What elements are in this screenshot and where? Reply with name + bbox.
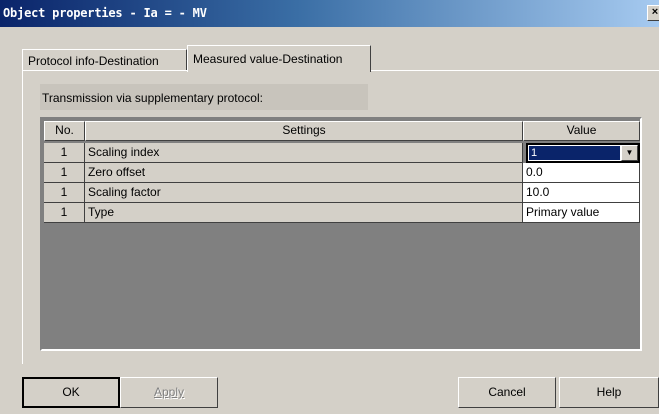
window-title: Object properties - Ia = - MV — [3, 6, 207, 20]
tab-protocol-info-destination[interactable]: Protocol info-Destination — [22, 49, 187, 71]
zero-offset-field[interactable]: 0.0 — [523, 163, 640, 183]
column-header-no[interactable]: No. — [44, 121, 85, 141]
ok-button[interactable]: OK — [22, 377, 120, 408]
cancel-button[interactable]: Cancel — [458, 377, 556, 408]
object-properties-dialog: Object properties - Ia = - MV × Protocol… — [0, 0, 659, 414]
scaling-index-select[interactable]: 1 ▼ — [526, 143, 640, 163]
tab-measured-value-destination[interactable]: Measured value-Destination — [187, 45, 371, 72]
help-button[interactable]: Help — [559, 377, 659, 408]
column-header-value[interactable]: Value — [523, 121, 640, 141]
title-bar[interactable]: Object properties - Ia = - MV × — [0, 0, 659, 27]
row-number: 1 — [44, 163, 85, 183]
setting-label: Type — [85, 203, 523, 223]
scaling-factor-field[interactable]: 10.0 — [523, 183, 640, 203]
setting-label: Zero offset — [85, 163, 523, 183]
scaling-index-value: 1 — [529, 146, 620, 160]
settings-grid: No. Settings Value 1 Scaling index 1 ▼ 1… — [40, 117, 642, 351]
row-number: 1 — [44, 203, 85, 223]
setting-label: Scaling factor — [85, 183, 523, 203]
column-header-settings[interactable]: Settings — [85, 121, 523, 141]
close-icon[interactable]: × — [647, 5, 659, 21]
apply-button[interactable]: Apply — [120, 377, 218, 408]
chevron-down-icon[interactable]: ▼ — [621, 145, 638, 161]
setting-label: Scaling index — [85, 143, 523, 163]
transmission-label: Transmission via supplementary protocol: — [40, 84, 368, 110]
row-number: 1 — [44, 183, 85, 203]
row-number: 1 — [44, 143, 85, 163]
type-field[interactable]: Primary value — [523, 203, 640, 223]
